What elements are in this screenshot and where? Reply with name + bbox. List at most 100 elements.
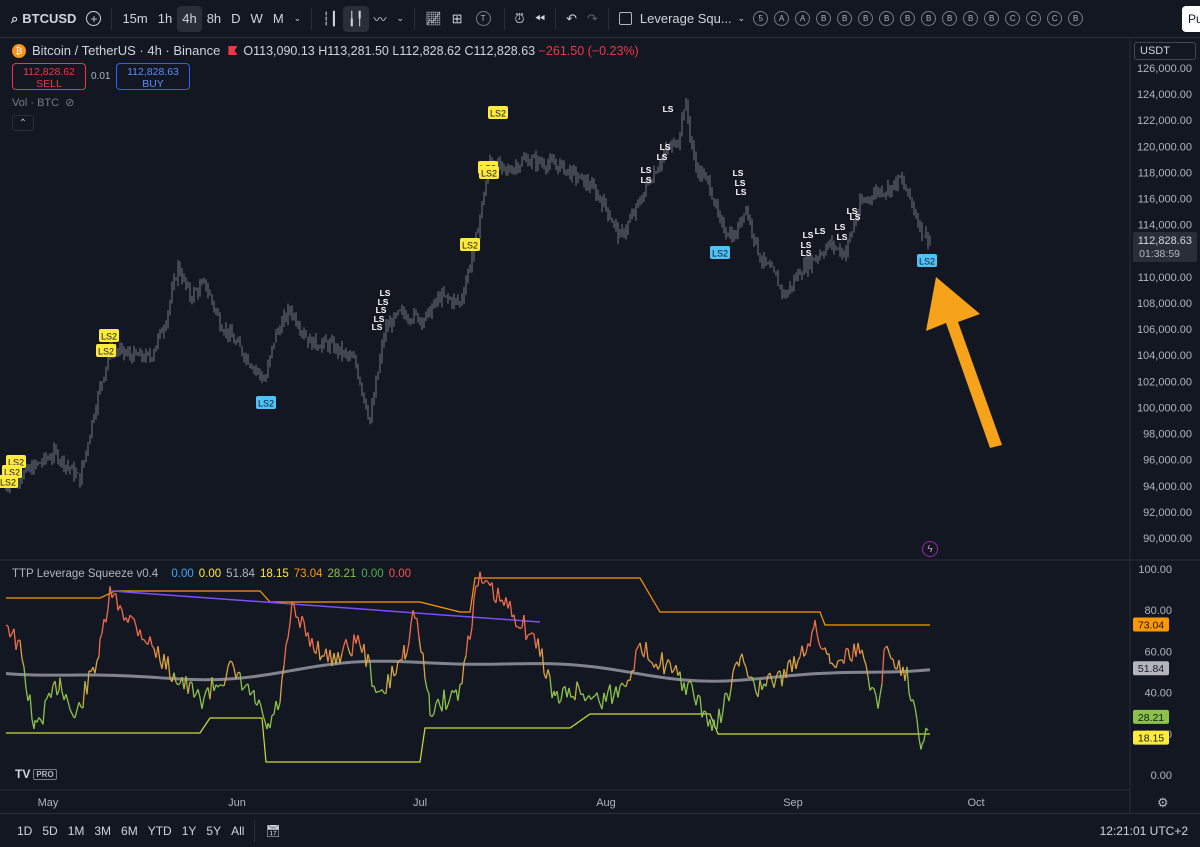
alert-badge-2[interactable]: A bbox=[795, 11, 811, 26]
alert-button[interactable]: ⏰︎ bbox=[510, 6, 530, 32]
oscillator-segment bbox=[317, 640, 321, 661]
oscillator-segment bbox=[9, 633, 13, 638]
oscillator-segment bbox=[883, 647, 886, 651]
interval-4h[interactable]: 4h bbox=[177, 5, 202, 32]
oscillator-segment bbox=[791, 656, 795, 673]
oscillator-segment bbox=[505, 597, 509, 609]
replay-button[interactable]: ⏪︎ bbox=[530, 6, 550, 32]
range-5y[interactable]: 5Y bbox=[206, 824, 221, 838]
alert-badge-5[interactable]: B bbox=[858, 11, 874, 26]
range-1m[interactable]: 1M bbox=[68, 824, 85, 838]
alert-badge-7[interactable]: B bbox=[900, 11, 916, 26]
currency-select[interactable]: USDT bbox=[1134, 42, 1196, 60]
oscillator-segment bbox=[828, 653, 831, 664]
oscillator-segment bbox=[888, 652, 892, 659]
eye-off-icon[interactable]: ⊘ bbox=[65, 96, 74, 109]
toolbar-divider bbox=[111, 7, 113, 30]
alert-badge-6[interactable]: B bbox=[879, 11, 895, 26]
alert-badge-12[interactable]: C bbox=[1005, 11, 1021, 26]
bar-style-button[interactable]: ┆┃ bbox=[317, 6, 343, 32]
time-axis-label: Aug bbox=[596, 797, 616, 809]
buy-label: BUY bbox=[142, 78, 164, 90]
alert-badge-4[interactable]: B bbox=[837, 11, 853, 26]
alert-badge-15[interactable]: B bbox=[1068, 11, 1084, 26]
indicators-button[interactable]: 📈︎ bbox=[420, 6, 447, 32]
symbol-label: BTCUSD bbox=[22, 11, 77, 26]
buy-price: 112,828.63 bbox=[127, 66, 179, 78]
range-1y[interactable]: 1Y bbox=[182, 824, 197, 838]
interval-1h[interactable]: 1h bbox=[153, 6, 177, 32]
symbol-search-button[interactable]: ⌕ BTCUSD bbox=[6, 6, 81, 32]
oscillator-segment bbox=[617, 686, 621, 698]
indicator-tick-label: 100.00 bbox=[1138, 564, 1172, 576]
price-tick-label: 102,000.00 bbox=[1137, 376, 1192, 388]
range-ytd[interactable]: YTD bbox=[148, 824, 172, 838]
oscillator-segment bbox=[197, 689, 201, 698]
range-5d[interactable]: 5D bbox=[42, 824, 57, 838]
oscillator-segment bbox=[738, 658, 741, 667]
oscillator-segment bbox=[299, 615, 303, 628]
range-3m[interactable]: 3M bbox=[94, 824, 111, 838]
range-all[interactable]: All bbox=[231, 824, 244, 838]
oscillator-segment bbox=[549, 677, 553, 699]
oscillator-segment bbox=[647, 658, 651, 662]
alarm-clock-icon: ⏰︎ bbox=[514, 10, 525, 26]
oscillator-segment bbox=[78, 702, 82, 708]
oscillator-segment bbox=[497, 587, 501, 602]
alert-badge-9[interactable]: B bbox=[942, 11, 958, 26]
time-axis-label: May bbox=[38, 797, 59, 809]
alert-badge-10[interactable]: B bbox=[963, 11, 979, 26]
oscillator-segment bbox=[29, 694, 33, 720]
indicator-value-1: 0.00 bbox=[198, 568, 222, 580]
oscillator-segment bbox=[19, 640, 23, 659]
collapse-legend-button[interactable]: ⌃ bbox=[12, 115, 34, 131]
oscillator-segment bbox=[74, 709, 78, 718]
oscillator-segment bbox=[560, 687, 564, 701]
layouts-button[interactable]: ⊞ bbox=[447, 6, 468, 32]
candle-style-button[interactable]: ╽╿ bbox=[342, 5, 369, 32]
interval-15m[interactable]: 15m bbox=[117, 6, 152, 32]
ls-signal-label: LS bbox=[803, 230, 814, 240]
alert-badge-11[interactable]: B bbox=[984, 11, 1000, 26]
oscillator-segment bbox=[857, 642, 861, 655]
date-range-icon[interactable]: 📅︎ bbox=[265, 824, 280, 838]
buy-button[interactable]: 112,828.63 BUY bbox=[116, 63, 190, 90]
interval-8h[interactable]: 8h bbox=[202, 6, 226, 32]
interval-dropdown-chevron-icon[interactable]: ⌄ bbox=[289, 6, 307, 32]
oscillator-segment bbox=[437, 698, 441, 707]
oscillator-segment bbox=[491, 582, 495, 600]
oscillator-segment bbox=[217, 684, 221, 688]
range-1d[interactable]: 1D bbox=[17, 824, 32, 838]
alert-badge-0[interactable]: 5 bbox=[753, 11, 769, 26]
redo-icon: ↷ bbox=[586, 10, 598, 26]
interval-w[interactable]: W bbox=[246, 6, 268, 32]
interval-m[interactable]: M bbox=[268, 6, 289, 32]
indicator-template-selector[interactable]: Leverage Squ... ⌄ bbox=[614, 6, 750, 32]
tradingview-logo[interactable]: TV PRO bbox=[15, 767, 57, 781]
alert-badge-8[interactable]: B bbox=[921, 11, 937, 26]
clock[interactable]: 12:21:01 UTC+2 bbox=[1100, 824, 1188, 838]
alert-badge-1[interactable]: A bbox=[774, 11, 790, 26]
oscillator-segment bbox=[357, 635, 361, 646]
alert-badge-14[interactable]: C bbox=[1047, 11, 1063, 26]
price-chart-canvas[interactable]: 126,000.00 124,000.00 122,000.00 120,000.00… bbox=[0, 38, 1200, 813]
range-6m[interactable]: 6M bbox=[121, 824, 138, 838]
alert-badge-3[interactable]: B bbox=[816, 11, 832, 26]
annotation-arrow bbox=[926, 277, 1002, 448]
templates-button[interactable]: T bbox=[468, 6, 499, 32]
lightning-icon[interactable]: ϟ bbox=[922, 541, 938, 557]
compare-add-button[interactable]: + bbox=[81, 6, 106, 32]
redo-button[interactable]: ↷ bbox=[582, 6, 603, 32]
oscillator-segment bbox=[416, 618, 420, 638]
sell-button[interactable]: 112,828.62 SELL bbox=[12, 63, 86, 90]
chart-type-chevron-icon[interactable]: ⌄ bbox=[392, 6, 410, 32]
ls-signal-label: LS bbox=[850, 212, 861, 222]
oscillator-segment bbox=[285, 637, 289, 646]
publish-button[interactable]: Pu bbox=[1182, 6, 1200, 32]
line-style-button[interactable]: 〰 bbox=[369, 6, 392, 32]
gear-icon[interactable]: ⚙ bbox=[1157, 795, 1169, 811]
undo-button[interactable]: ↶ bbox=[561, 6, 582, 32]
alert-badge-13[interactable]: C bbox=[1026, 11, 1042, 26]
interval-d[interactable]: D bbox=[226, 6, 245, 32]
oscillator-segment bbox=[7, 625, 11, 638]
